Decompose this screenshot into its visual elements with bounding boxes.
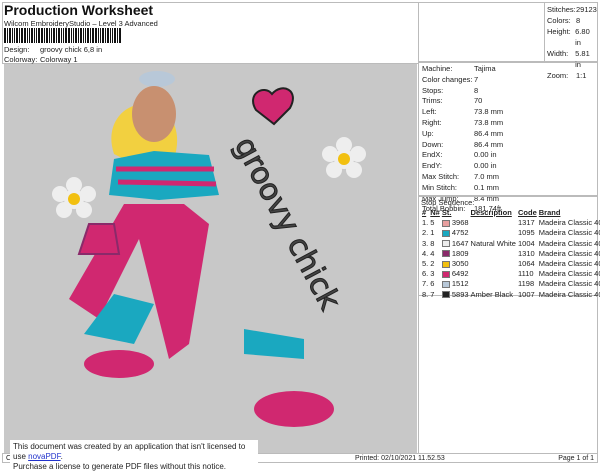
info-value: Tajima <box>474 64 496 73</box>
info-label: Machine: <box>422 64 453 73</box>
info-label: Stops: <box>422 85 444 95</box>
info-row: Stops: 8 <box>422 86 594 97</box>
info-value: 0.1 mm <box>474 182 500 192</box>
design-name: Design: groovy chick 6,8 in <box>4 45 103 54</box>
info-label: EndX: <box>422 150 443 160</box>
table-row: 7. 6 1512 1198 Madeira Classic 40 <box>422 279 600 289</box>
info-label: Trims: <box>422 96 443 106</box>
empty-panel <box>418 296 598 454</box>
color-swatch <box>441 280 450 288</box>
stop-sequence-table: # N# St. Description Code Brand 1. 5 3968 1317 Mad… <box>421 208 600 300</box>
flower-icon <box>322 137 366 178</box>
info-label: Min Stitch: <box>422 182 458 192</box>
color-swatch <box>441 250 450 258</box>
info-value: 8 <box>474 85 479 95</box>
column-header: Brand <box>538 208 561 217</box>
summary-box: Stitches: 29123 Colors: 8 Height: 6.80 in Widt… <box>418 2 599 80</box>
info-value: 0.00 in <box>474 150 497 160</box>
column-header: Code <box>517 208 537 217</box>
software-name: Wilcom EmbroideryStudio – Level 3 Advanc… <box>4 19 158 28</box>
info-label: Height: <box>547 27 571 36</box>
info-value: 7.0 mm <box>474 171 500 181</box>
summary-stats: Stitches: 29123 Colors: 8 Height: 6.80 in Widt… <box>544 3 599 80</box>
stop-sequence: Stop Sequence: # N# St. Description Code Bran… <box>418 196 600 299</box>
column-header: St. <box>441 208 452 217</box>
printed-date: Printed: 02/10/2021 11.52.53 <box>355 455 445 462</box>
novapdf-link[interactable]: novaPDF <box>28 452 60 461</box>
column-header: N# <box>430 208 440 217</box>
info-label: Left: <box>422 107 437 117</box>
table-row: 1. 5 3968 1317 Madeira Classic 40 <box>422 218 600 228</box>
embroidery-illustration: groovy chick <box>52 71 366 427</box>
info-value: 70 <box>474 96 483 106</box>
license-notice: This document was created by an applicat… <box>10 440 258 471</box>
table-row: 2. 1 4752 1095 Madeira Classic 40 <box>422 228 600 238</box>
color-swatch <box>441 229 450 237</box>
machine-info: Machine: Tajima Color changes: 7 Stops: 8 Trim… <box>418 62 598 213</box>
info-row: Color changes: 7 <box>422 75 594 86</box>
color-swatch <box>441 240 450 248</box>
info-row: Left: 73.8 mm <box>422 107 594 118</box>
table-row: 6. 3 6492 1110 Madeira Classic 40 <box>422 269 600 279</box>
info-row: Machine: Tajima <box>422 64 594 75</box>
color-swatch <box>441 270 450 278</box>
info-value: 86.4 mm <box>474 128 504 138</box>
flower-icon <box>52 177 96 218</box>
color-swatch <box>441 260 450 268</box>
info-row: Height: 6.80 in <box>547 26 597 48</box>
info-value: 73.8 mm <box>474 107 504 117</box>
page-number: Page 1 of 1 <box>558 455 594 462</box>
info-label: Up: <box>422 128 434 138</box>
info-value: 0.00 in <box>474 161 497 171</box>
stop-sequence-title: Stop Sequence: <box>421 198 475 207</box>
info-row: EndY: 0.00 in <box>422 161 594 172</box>
table-row: 5. 2 3050 1064 Madeira Classic 40 <box>422 259 600 269</box>
column-header: Description <box>470 208 512 217</box>
info-row: Colors: 8 <box>547 15 597 26</box>
barcode <box>4 28 160 43</box>
info-value: 8 <box>576 16 581 25</box>
info-value: 73.8 mm <box>474 117 504 127</box>
info-value: 6.80 in <box>575 27 590 47</box>
info-row: Up: 86.4 mm <box>422 129 594 140</box>
color-swatch <box>441 219 450 227</box>
info-value: 86.4 mm <box>474 139 504 149</box>
info-row: Max Stitch: 7.0 mm <box>422 172 594 183</box>
info-row: EndX: 0.00 in <box>422 150 594 161</box>
info-label: Color changes: <box>422 74 473 84</box>
heart-icon <box>252 87 294 126</box>
info-label: Max Stitch: <box>422 171 460 181</box>
colorway: Colorway: Colorway 1 <box>4 55 78 64</box>
info-row: Trims: 70 <box>422 96 594 107</box>
design-preview: groovy chick <box>4 64 417 454</box>
info-row: Min Stitch: 0.1 mm <box>422 183 594 194</box>
info-label: Stitches: <box>547 5 576 14</box>
column-header: # <box>422 208 427 217</box>
info-value: 7 <box>474 74 479 84</box>
info-label: Colors: <box>547 16 571 25</box>
info-row: Stitches: 29123 <box>547 4 597 15</box>
info-label: Down: <box>422 139 444 149</box>
info-label: Right: <box>422 117 442 127</box>
info-label: EndY: <box>422 161 443 171</box>
table-row: 4. 4 1809 1310 Madeira Classic 40 <box>422 248 600 258</box>
info-row: Right: 73.8 mm <box>422 118 594 129</box>
info-value: 29123 <box>576 5 597 14</box>
page-title: Production Worksheet <box>4 2 154 18</box>
table-row: 3. 8 1647 Natural White 1004 Madeira Classic … <box>422 238 600 248</box>
info-row: Down: 86.4 mm <box>422 140 594 151</box>
